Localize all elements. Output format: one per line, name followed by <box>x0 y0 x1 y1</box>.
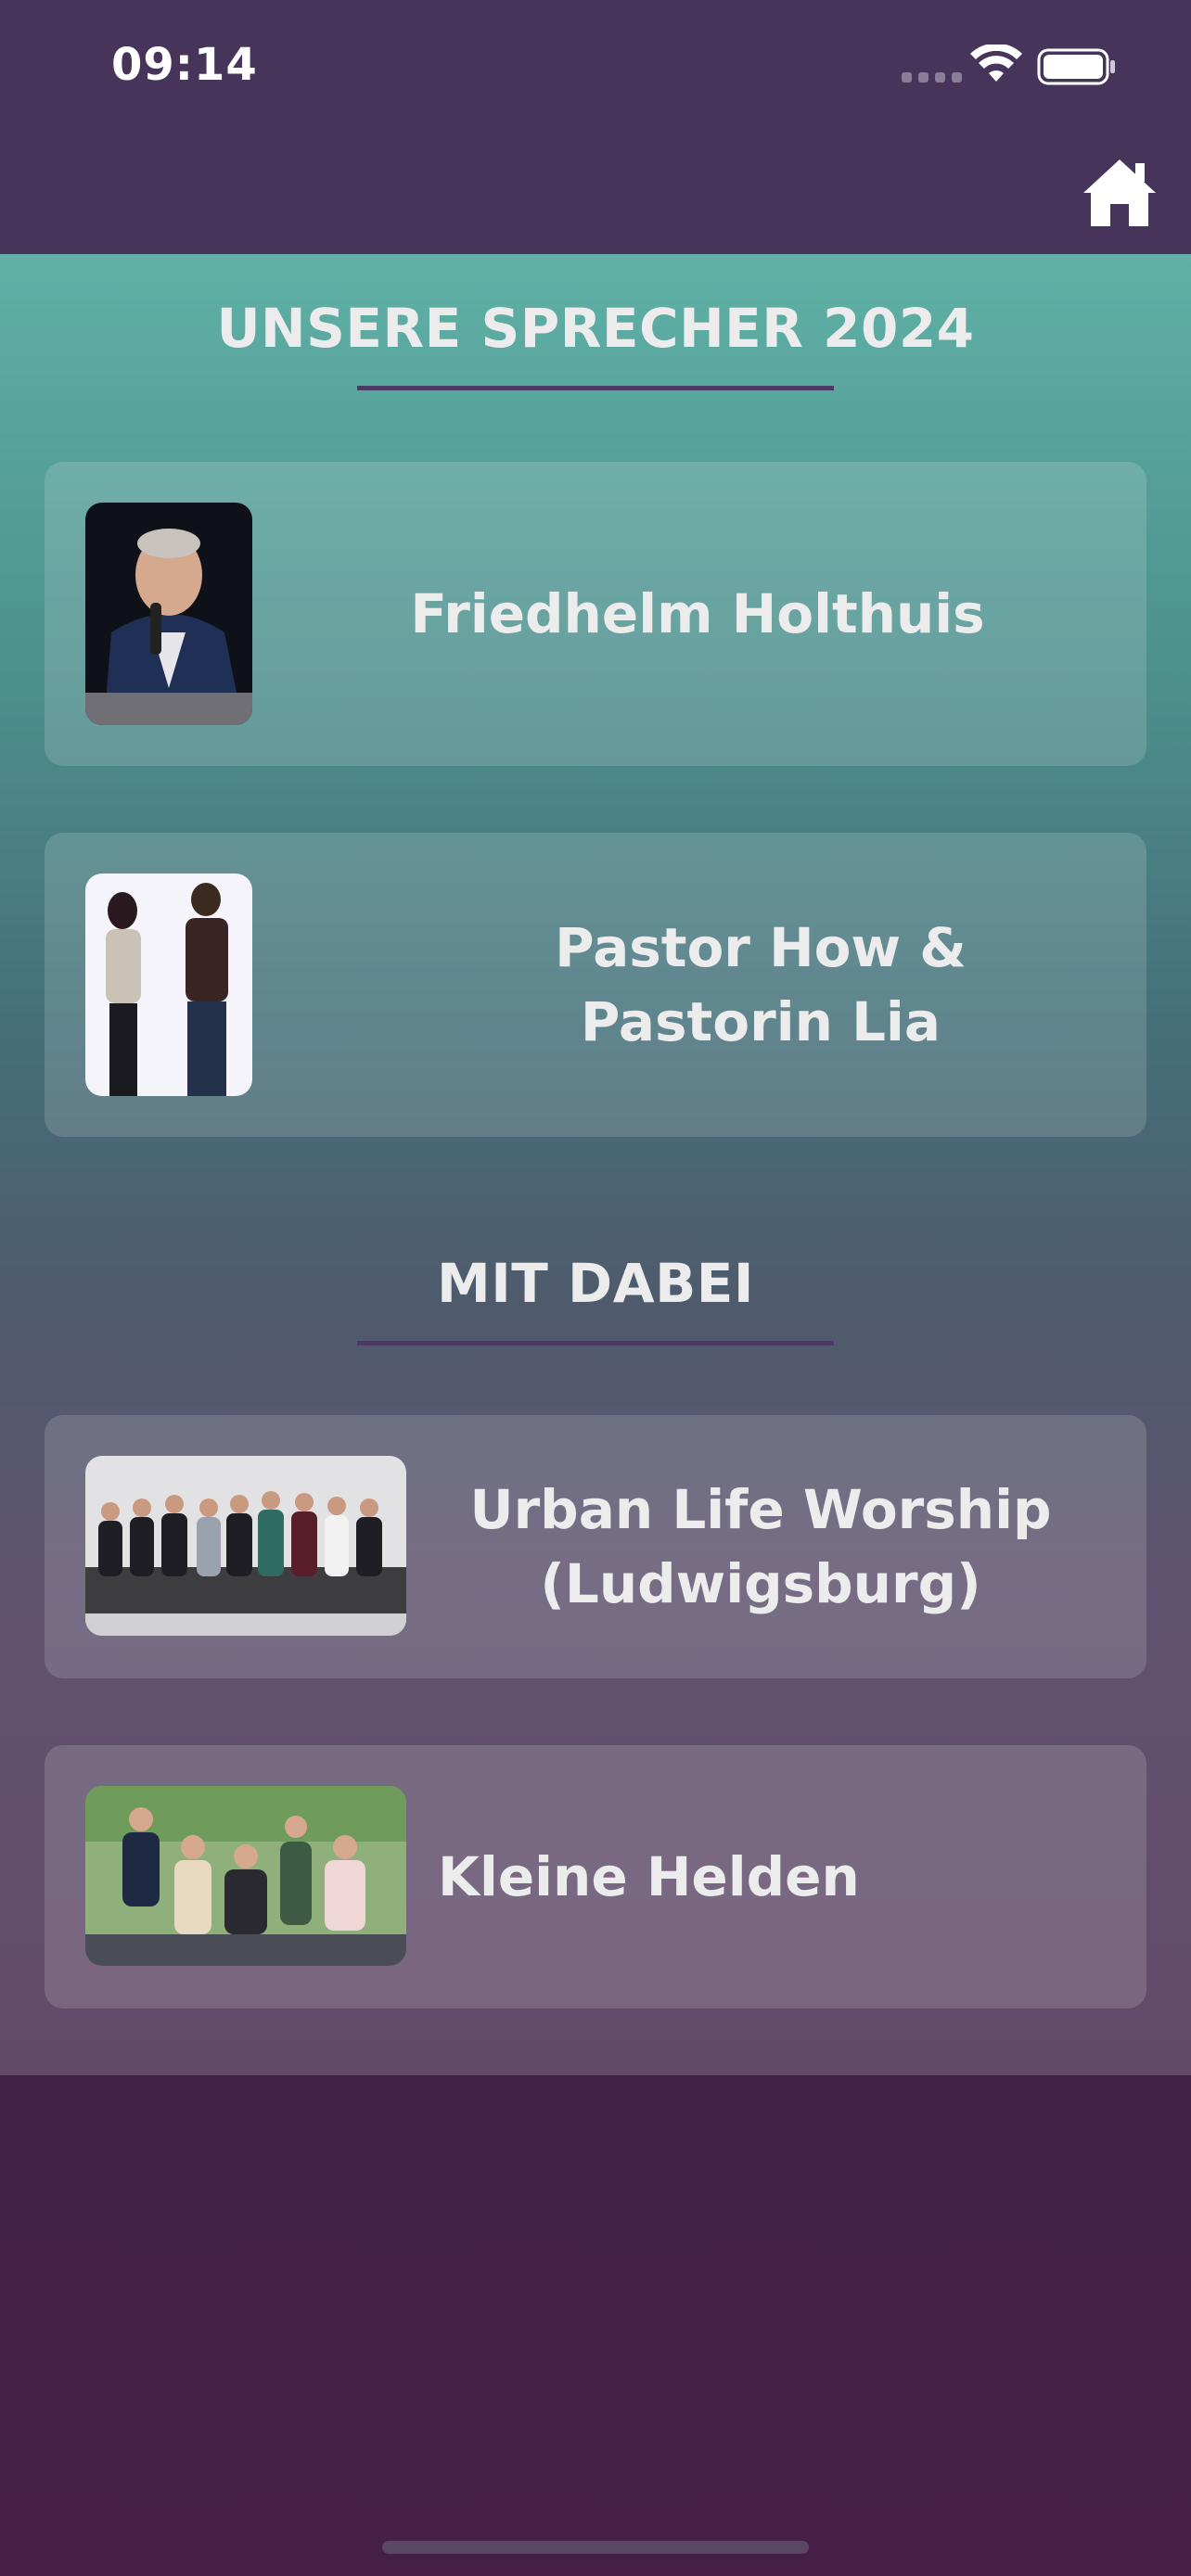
battery-icon <box>1037 48 1115 85</box>
section-title-speakers: UNSERE SPRECHER 2024 <box>216 297 975 360</box>
guest-name: Kleine Helden <box>438 1845 860 1908</box>
speaker-card-friedhelm[interactable]: Friedhelm Holthuis <box>45 462 1146 766</box>
speaker-list: UNSERE SPRECHER 2024 Friedhelm Holthuis <box>0 254 1191 2075</box>
title-underline <box>357 386 834 390</box>
home-indicator[interactable] <box>382 2541 809 2554</box>
guest-card-kleine-helden[interactable]: Kleine Helden <box>45 1745 1146 2009</box>
speaker-name: Friedhelm Holthuis <box>410 582 985 645</box>
navigation-bar <box>0 139 1191 254</box>
guest-name: Urban Life Worship (Ludwigsburg) <box>469 1478 1052 1615</box>
section-title-guests: MIT DABEI <box>437 1252 754 1315</box>
guest-card-urban-life[interactable]: Urban Life Worship (Ludwigsburg) <box>45 1415 1146 1678</box>
title-underline <box>357 1341 834 1345</box>
speaker-photo <box>85 503 252 725</box>
speaker-photo <box>85 874 252 1096</box>
home-icon[interactable] <box>1082 156 1158 230</box>
speaker-name: Pastor How & Pastorin Lia <box>555 916 967 1053</box>
wifi-icon <box>970 45 1022 82</box>
group-photo <box>85 1786 406 1966</box>
status-bar: 09:14 <box>0 0 1191 139</box>
speaker-card-how-lia[interactable]: Pastor How & Pastorin Lia <box>45 833 1146 1137</box>
cellular-signal-icon <box>902 72 962 83</box>
group-photo <box>85 1456 406 1636</box>
status-time: 09:14 <box>111 39 258 91</box>
